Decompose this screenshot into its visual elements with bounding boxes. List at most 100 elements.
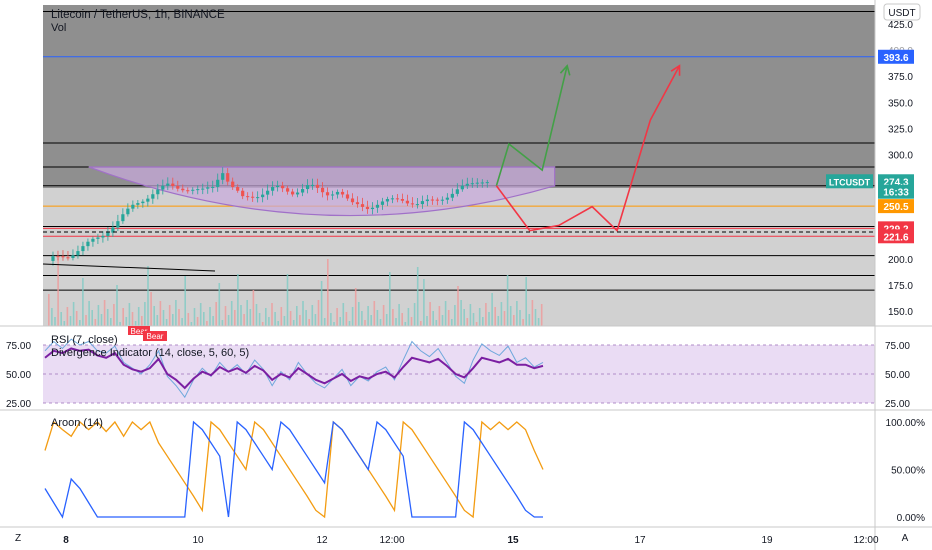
volume-bar <box>243 314 245 326</box>
price-badge-label: 250.5 <box>883 202 908 213</box>
volume-bar <box>311 305 314 326</box>
volume-bar <box>509 306 512 326</box>
volume-bar <box>255 304 258 326</box>
volume-bar <box>246 300 248 326</box>
candle-body <box>246 196 250 198</box>
volume-bar <box>258 313 261 326</box>
volume-bar <box>361 311 363 326</box>
volume-bar <box>513 315 515 326</box>
candle-body <box>271 186 275 191</box>
volume-bar <box>137 307 140 326</box>
volume-bar <box>379 319 382 326</box>
candle-body <box>196 189 200 191</box>
volume-bar <box>339 317 341 326</box>
volume-bar <box>268 317 270 326</box>
volume-bar <box>265 308 267 326</box>
volume-bar <box>404 322 407 326</box>
timezone-toggle-button[interactable]: Z <box>15 533 21 544</box>
candle-body <box>380 201 385 205</box>
candle-body <box>231 181 235 188</box>
volume-bar <box>60 312 62 326</box>
candle-body <box>460 185 464 190</box>
volume-bar <box>252 290 255 326</box>
volume-bar <box>181 318 183 326</box>
aroon-axis-tick-label: 100.00% <box>886 418 926 429</box>
volume-bar <box>416 267 419 326</box>
volume-bar <box>230 301 233 326</box>
time-axis-tick-label: 19 <box>761 535 773 546</box>
volume-bar <box>162 310 165 326</box>
volume-bar <box>196 317 199 326</box>
candle-body <box>450 193 454 198</box>
volume-bar <box>97 305 100 326</box>
volume-bar <box>354 288 357 326</box>
candle-body <box>281 185 285 189</box>
volume-bar <box>302 301 304 326</box>
volume-bar <box>308 319 310 326</box>
currency-button[interactable]: USDT <box>883 3 921 21</box>
volume-bar <box>395 318 397 326</box>
volume-bar <box>128 303 131 326</box>
price-axis-tick-label: 300.0 <box>888 150 913 161</box>
rsi-axis-tick-label: 50.00 <box>885 370 910 381</box>
candle-body <box>216 179 220 187</box>
volume-bar <box>540 304 543 326</box>
volume-bar <box>184 276 186 326</box>
candle-body <box>96 237 100 239</box>
candle-body <box>420 201 424 205</box>
candle-body <box>66 257 70 259</box>
volume-bar <box>91 310 93 326</box>
candle-body <box>251 196 255 198</box>
svg-text:USDT: USDT <box>888 8 915 19</box>
volume-bar <box>125 317 128 326</box>
auto-scale-button[interactable]: A <box>902 533 909 544</box>
symbol-badge-label: LTCUSDT <box>829 177 871 187</box>
price-axis-tick-label: 200.0 <box>888 255 913 266</box>
volume-label: Vol <box>51 22 66 34</box>
volume-bar <box>454 305 456 326</box>
candle-body <box>345 194 350 199</box>
candle-body <box>325 192 330 196</box>
candle-body <box>131 204 135 209</box>
candle-body <box>191 189 195 191</box>
candle-body <box>61 256 65 258</box>
volume-bar <box>438 306 441 326</box>
volume-bar <box>519 310 521 326</box>
bear-badge: Bear <box>143 331 167 341</box>
time-axis-tick-label: 12:00 <box>853 535 878 546</box>
volume-bar <box>227 315 230 326</box>
volume-bar <box>261 322 264 326</box>
volume-bar <box>141 316 143 326</box>
rsi-axis-tick-label: 75.00 <box>885 341 910 352</box>
volume-bar <box>392 309 394 326</box>
volume-bar <box>497 316 500 326</box>
time-axis-tick-label: 8 <box>63 535 69 546</box>
volume-bar <box>457 286 459 326</box>
volume-bar <box>447 310 450 326</box>
volume-bar <box>525 277 527 326</box>
volume-bar <box>413 303 416 326</box>
aroon-label: Aroon (14) <box>51 417 103 429</box>
volume-bar <box>131 312 134 326</box>
volume-bar <box>432 311 434 326</box>
svg-text:Bear: Bear <box>147 332 164 341</box>
volume-bar <box>159 301 162 326</box>
candle-body <box>470 183 474 185</box>
volume-bar <box>72 302 75 326</box>
volume-bar <box>469 304 472 326</box>
volume-bar <box>503 311 506 326</box>
volume-bar <box>144 302 146 326</box>
volume-bar <box>336 308 338 326</box>
candle-body <box>161 185 165 190</box>
volume-bar <box>113 304 115 326</box>
volume-bar <box>280 307 283 326</box>
candle-body <box>300 189 305 193</box>
volume-bar <box>147 266 149 326</box>
volume-bar <box>305 310 307 326</box>
candle-body <box>56 256 60 258</box>
volume-bar <box>323 318 326 326</box>
volume-bar <box>401 313 403 326</box>
volume-bar <box>333 322 335 326</box>
candle-body <box>410 203 415 205</box>
price-axis-tick-label: 425.0 <box>888 20 913 31</box>
